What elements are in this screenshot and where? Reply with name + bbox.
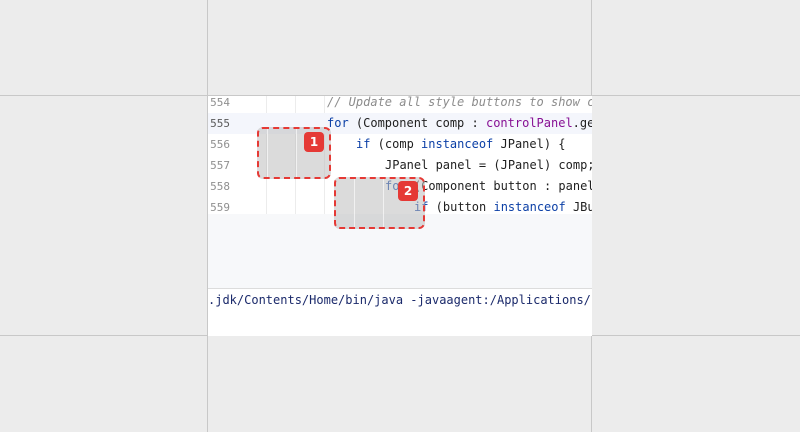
console-command-line[interactable]: .jdk/Contents/Home/bin/java -javaagent:/… xyxy=(208,290,592,310)
line-number: 556 xyxy=(210,138,230,151)
code-fragment: (Component button : panel xyxy=(406,179,592,193)
code-line[interactable]: 554 // Update all style buttons to show … xyxy=(208,96,592,113)
code-text: JPanel panel = (JPanel) comp; xyxy=(385,158,592,172)
line-number: 557 xyxy=(210,159,230,172)
cell-divider xyxy=(267,129,268,177)
line-number: 554 xyxy=(210,96,230,109)
line-number: 555 xyxy=(210,117,230,130)
keyword: if xyxy=(356,137,371,151)
code-fragment: JPanel) { xyxy=(493,137,566,151)
cell-divider xyxy=(383,179,384,227)
field-reference: controlPanel xyxy=(485,116,573,130)
keyword: for xyxy=(327,116,349,130)
code-fragment: JBu xyxy=(565,200,592,214)
cell-divider xyxy=(354,179,355,227)
code-fragment: .ge xyxy=(572,116,592,130)
code-text: if (comp instanceof JPanel) { xyxy=(356,134,566,155)
marker-badge-2: 2 xyxy=(398,181,418,201)
code-comment: // Update all style buttons to show c xyxy=(327,96,592,109)
marker-badge-1: 1 xyxy=(304,132,324,152)
keyword: instanceof xyxy=(493,200,566,214)
keyword: instanceof xyxy=(421,137,494,151)
code-fragment: (Component comp : xyxy=(348,116,486,130)
line-number: 558 xyxy=(210,180,230,193)
tool-window-header xyxy=(208,254,592,289)
cell-divider xyxy=(296,129,297,177)
code-text: for (Component comp : controlPanel.ge xyxy=(327,113,592,134)
code-fragment: (comp xyxy=(370,137,422,151)
code-fragment: (button xyxy=(428,200,494,214)
